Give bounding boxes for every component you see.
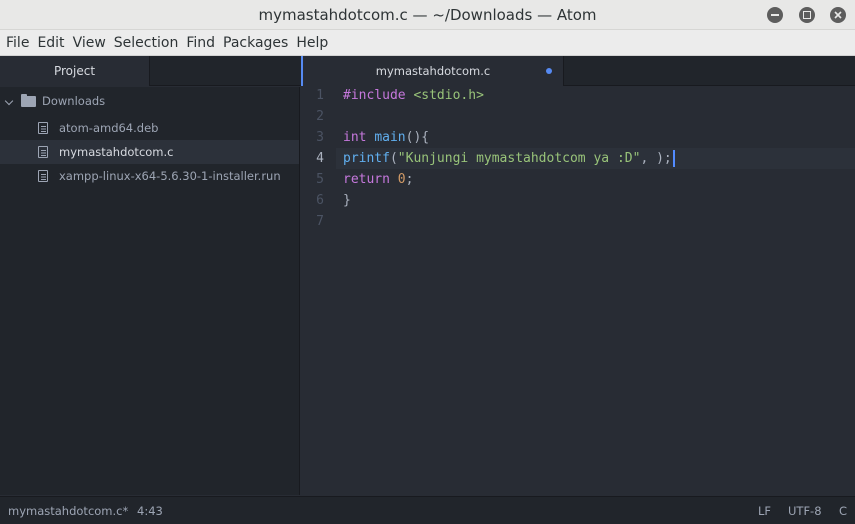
tree-file-label: atom-amd64.deb xyxy=(59,121,159,135)
file-text-icon xyxy=(38,170,48,182)
title-bar: mymastahdotcom.c — ~/Downloads — Atom xyxy=(0,0,855,30)
project-tree: Downloads atom-amd64.deb mymastahdotcom.… xyxy=(0,87,300,495)
line-number-gutter: 1 2 3 4 5 6 7 xyxy=(300,87,336,495)
menu-view[interactable]: View xyxy=(70,30,111,56)
folder-icon xyxy=(21,94,36,107)
tree-file-label: mymastahdotcom.c xyxy=(59,145,174,159)
chevron-down-icon[interactable] xyxy=(4,96,14,106)
code-token-punctuation: (){ xyxy=(405,130,430,145)
code-token-directive: #include xyxy=(343,88,406,103)
file-text-icon xyxy=(38,122,48,134)
tree-folder-label: Downloads xyxy=(42,94,106,108)
code-token-header: <stdio.h> xyxy=(405,88,484,103)
tab-project[interactable]: Project xyxy=(0,56,150,86)
status-file-name[interactable]: mymastahdotcom.c* xyxy=(8,497,128,524)
line-number: 5 xyxy=(316,172,324,187)
status-encoding[interactable]: UTF-8 xyxy=(788,497,822,524)
menu-packages[interactable]: Packages xyxy=(220,30,293,56)
text-caret xyxy=(672,150,675,167)
tab-editor-file[interactable]: mymastahdotcom.c xyxy=(301,56,564,86)
modified-indicator-icon[interactable] xyxy=(546,68,552,74)
code-token-punctuation: ( xyxy=(389,151,398,166)
tree-file-mymastahdotcom[interactable]: mymastahdotcom.c xyxy=(0,140,299,164)
tree-file-xampp-installer[interactable]: xampp-linux-x64-5.6.30-1-installer.run xyxy=(0,164,299,188)
line-number: 6 xyxy=(316,193,324,208)
line-number: 3 xyxy=(316,130,324,145)
menu-file[interactable]: File xyxy=(3,30,34,56)
tree-folder-downloads[interactable]: Downloads xyxy=(0,89,299,113)
menu-edit[interactable]: Edit xyxy=(34,30,69,56)
tree-file-label: xampp-linux-x64-5.6.30-1-installer.run xyxy=(59,169,281,183)
code-editor[interactable]: 1 2 3 4 5 6 7 #include <stdio.h> int mai… xyxy=(300,87,855,495)
code-token-call: printf xyxy=(343,151,390,166)
status-grammar[interactable]: C xyxy=(839,497,847,524)
file-text-icon xyxy=(38,146,48,158)
close-icon[interactable] xyxy=(830,7,846,23)
line-number-current: 4 xyxy=(316,151,324,166)
menu-selection[interactable]: Selection xyxy=(111,30,184,56)
code-token-string: "Kunjungi mymastahdotcom ya :D" xyxy=(397,151,641,166)
code-token-number: 0 xyxy=(397,172,406,187)
line-number: 2 xyxy=(316,109,324,124)
code-line-4[interactable]: printf("Kunjungi mymastahdotcom ya :D", … xyxy=(343,148,675,169)
code-token-punctuation: , ); xyxy=(640,151,672,166)
menu-find[interactable]: Find xyxy=(183,30,220,56)
tab-bar: Project mymastahdotcom.c xyxy=(0,56,855,86)
line-number: 1 xyxy=(316,88,324,103)
tab-file-label: mymastahdotcom.c xyxy=(375,64,491,78)
code-token-function-name: main xyxy=(374,130,406,145)
code-line-6[interactable]: } xyxy=(343,190,351,211)
minimize-icon[interactable] xyxy=(767,7,783,23)
window-title: mymastahdotcom.c — ~/Downloads — Atom xyxy=(258,6,597,24)
tree-file-atom-deb[interactable]: atom-amd64.deb xyxy=(0,116,299,140)
menu-bar: File Edit View Selection Find Packages H… xyxy=(0,30,855,56)
maximize-icon[interactable] xyxy=(799,7,815,23)
code-line-3[interactable]: int main(){ xyxy=(343,127,429,148)
code-token-keyword: return xyxy=(343,172,390,187)
line-number: 7 xyxy=(316,214,324,229)
menu-help[interactable]: Help xyxy=(293,30,333,56)
status-line-ending[interactable]: LF xyxy=(758,497,771,524)
code-token-punctuation: } xyxy=(343,193,351,208)
code-line-5[interactable]: return 0; xyxy=(343,169,413,190)
status-bar: mymastahdotcom.c* 4:43 LF UTF-8 C xyxy=(0,496,855,524)
code-token-type: int xyxy=(343,130,367,145)
code-token-punctuation: ; xyxy=(405,172,414,187)
code-line-1[interactable]: #include <stdio.h> xyxy=(343,85,484,106)
status-cursor-position[interactable]: 4:43 xyxy=(137,497,163,524)
